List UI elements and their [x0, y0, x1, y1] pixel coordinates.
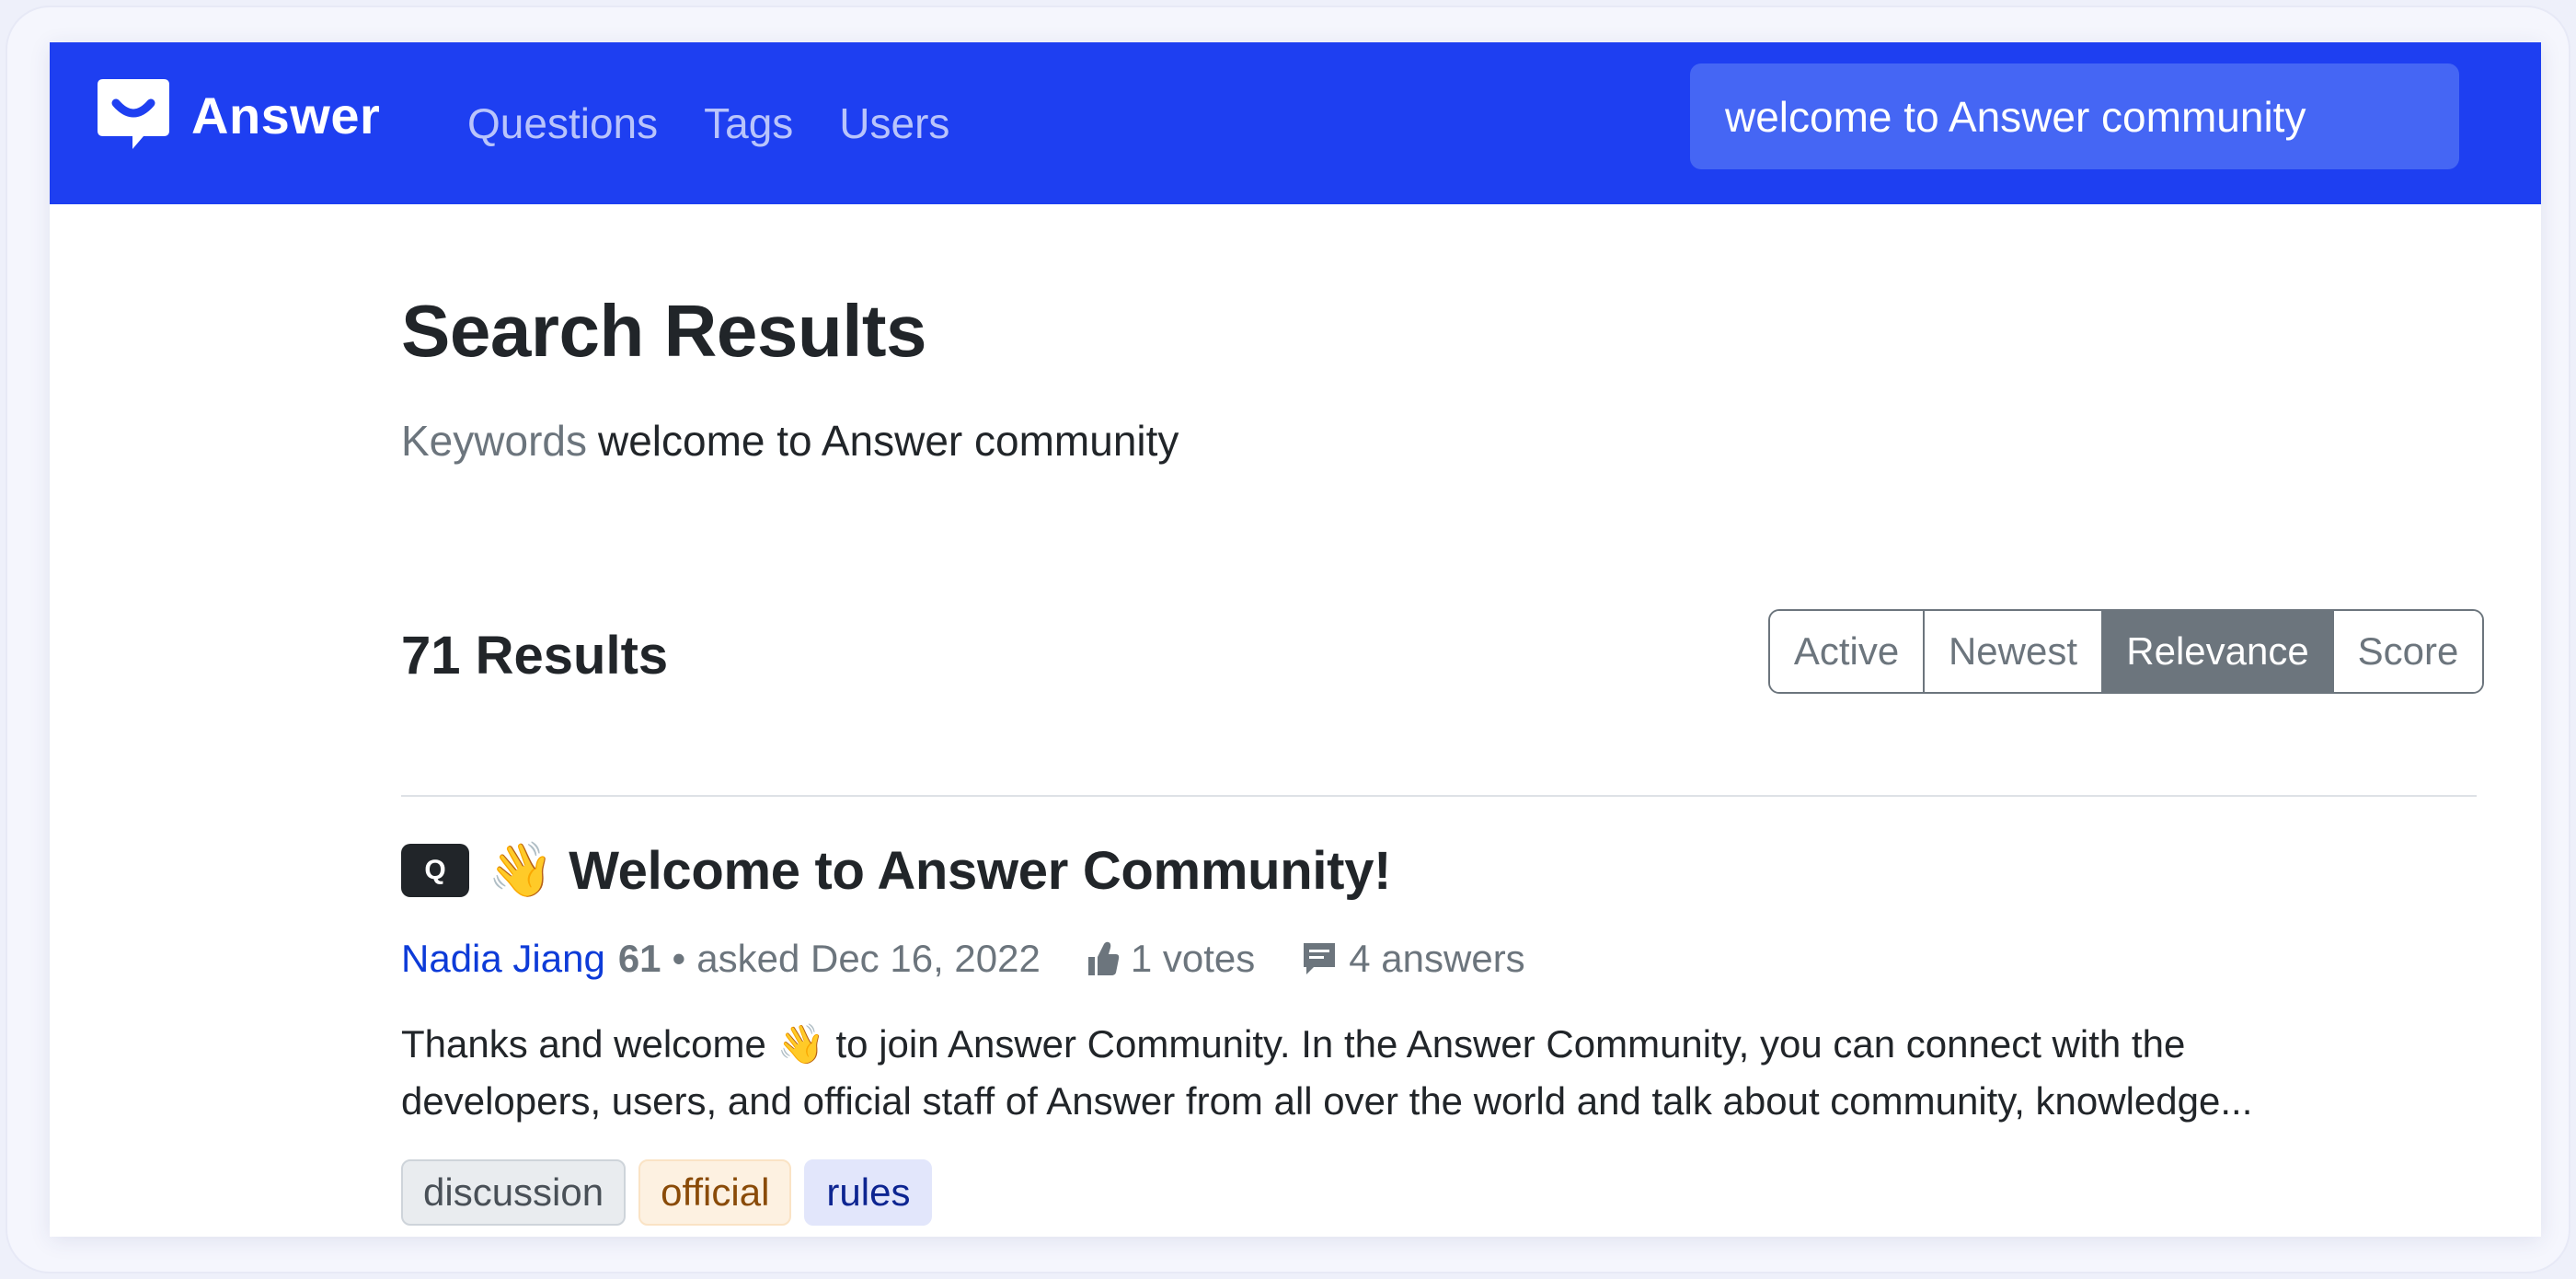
excerpt-line-1: Thanks and welcome 👋 to join Answer Comm… — [401, 1016, 2477, 1073]
main-nav: Questions Tags Users — [467, 42, 995, 204]
meta-separator: • — [672, 937, 686, 980]
tag-rules[interactable]: rules — [804, 1159, 933, 1226]
nav-users[interactable]: Users — [839, 98, 949, 148]
search-input[interactable] — [1725, 91, 2424, 142]
question-badge: Q — [401, 844, 469, 897]
app-window: Answer Questions Tags Users Search Resul… — [50, 42, 2541, 1237]
result-title-row: Q 👋 Welcome to Answer Community! — [401, 836, 1391, 905]
asked-date: asked Dec 16, 2022 — [696, 937, 1041, 980]
results-count: 71 Results — [401, 626, 669, 686]
answer-logo-icon — [98, 79, 169, 149]
excerpt-text-2: to join Answer Community. In the Answer … — [835, 1022, 2186, 1066]
tag-official[interactable]: official — [638, 1159, 792, 1226]
excerpt-text-1: Thanks and welcome — [401, 1022, 766, 1066]
author-reputation: 61 — [617, 937, 661, 980]
nav-tags[interactable]: Tags — [704, 98, 793, 148]
comment-icon — [1304, 943, 1336, 974]
waving-hand-icon-inline: 👋 — [776, 1022, 825, 1066]
excerpt-line-2: developers, users, and official staff of… — [401, 1079, 2253, 1123]
result-tags: discussion official rules — [401, 1159, 945, 1226]
screen-frame: Answer Questions Tags Users Search Resul… — [7, 7, 2569, 1272]
sort-button-group: Active Newest Relevance Score — [1768, 609, 2484, 694]
sort-score-button[interactable]: Score — [2334, 611, 2482, 692]
brand-home-link[interactable]: Answer — [94, 75, 380, 155]
result-meta: Nadia Jiang 61 • asked Dec 16, 2022 1 vo… — [401, 931, 1525, 986]
search-box — [1690, 63, 2459, 169]
keywords-label: Keywords — [401, 417, 587, 465]
answers-count: 4 answers — [1349, 937, 1525, 980]
top-navbar: Answer Questions Tags Users — [50, 42, 2541, 204]
sort-active-button[interactable]: Active — [1770, 611, 1925, 692]
sort-relevance-button[interactable]: Relevance — [2103, 611, 2334, 692]
waving-hand-icon: 👋 — [488, 840, 555, 900]
keywords-line: Keywords welcome to Answer community — [401, 416, 1179, 467]
thumbs-up-icon — [1087, 941, 1120, 975]
results-divider-top — [401, 795, 2477, 797]
brand-name: Answer — [191, 86, 381, 144]
votes-count: 1 votes — [1130, 937, 1256, 980]
author-link[interactable]: Nadia Jiang — [401, 937, 605, 981]
result-title-link[interactable]: Welcome to Answer Community! — [569, 840, 1391, 902]
tag-discussion[interactable]: discussion — [401, 1159, 627, 1226]
page-title: Search Results — [401, 290, 927, 372]
nav-questions[interactable]: Questions — [467, 98, 658, 148]
keywords-value: welcome to Answer community — [597, 417, 1179, 465]
sort-newest-button[interactable]: Newest — [1925, 611, 2103, 692]
result-excerpt: Thanks and welcome 👋 to join Answer Comm… — [401, 1016, 2477, 1130]
